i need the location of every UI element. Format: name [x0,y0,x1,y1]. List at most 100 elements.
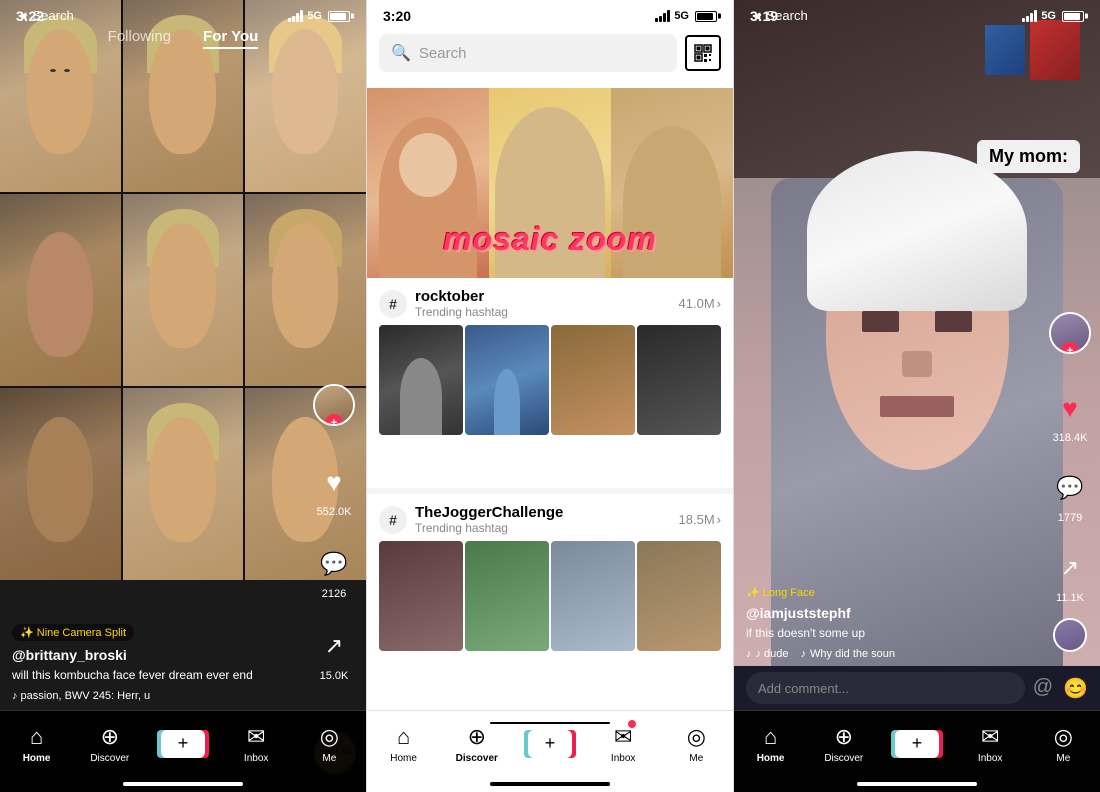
grid-cell-7 [0,388,121,580]
trending-video-1-1[interactable] [379,325,463,435]
trending-video-1-3[interactable] [551,325,635,435]
panel-1: 3:22 5G Following For You ◄ Search [0,0,366,792]
grid-cell-4 [0,194,121,386]
mosaic-zoom-title: mosaic zoom [367,221,733,258]
following-tab[interactable]: Following [108,28,171,49]
battery-icon-1 [328,11,350,22]
battery-icon-2 [695,11,717,22]
creator-avatar-1[interactable] [313,384,355,426]
trending-video-1-4[interactable] [637,325,721,435]
trending-videos-2 [367,541,733,663]
inbox-icon-2: ✉ [614,724,632,750]
search-link-1[interactable]: ◄ Search [16,8,74,23]
hashtag-icon-1: # [379,290,407,318]
music-info-1: ♪ passion, BWV 245: Herr, u [12,690,306,702]
signal-icon-1 [288,10,303,22]
trending-section-1: # rocktober Trending hashtag 41.0M › [367,278,733,447]
me-icon-3: ◎ [1054,724,1073,750]
inbox-icon-1: ✉ [247,724,265,750]
mention-icon[interactable]: @ [1033,676,1053,701]
nav-discover-2[interactable]: ⊕ Discover [452,724,502,764]
status-icons-2: 5G [655,10,717,22]
caption-1: will this kombucha face fever dream ever… [12,667,306,684]
username-3[interactable]: @iamjuststephf [746,605,1040,621]
trending-video-2-2[interactable] [465,541,549,651]
right-actions-3: ♥ 318.4K 💬 1779 ↗ 11.1K [1048,312,1092,652]
nav-home-1[interactable]: ⌂ Home [12,724,62,764]
me-icon-1: ◎ [320,724,339,750]
trending-name-1[interactable]: rocktober [415,288,671,305]
time-2: 3:20 [383,8,411,24]
nav-inbox-2[interactable]: ✉ Inbox [598,724,648,764]
like-button-3[interactable]: ♥ 318.4K [1048,386,1092,444]
comment-bar-3: Add comment... @ 😊 [734,666,1100,710]
search-link-3[interactable]: ◄ Search [750,8,808,23]
nav-inbox-3[interactable]: ✉ Inbox [965,724,1015,764]
nav-me-3[interactable]: ◎ Me [1038,724,1088,764]
nav-me-1[interactable]: ◎ Me [304,724,354,764]
signal-icon-2 [655,10,670,22]
nav-inbox-1[interactable]: ✉ Inbox [231,724,281,764]
search-input-box[interactable]: 🔍 Search [379,34,677,72]
qr-scan-button[interactable] [685,35,721,71]
for-you-tab[interactable]: For You [203,28,258,49]
comment-button-1[interactable]: 💬 2126 [312,542,356,600]
nav-bar-1: ⌂ Home ⊕ Discover + ✉ Inbox ◎ Me [0,710,366,792]
network-type-1: 5G [307,10,322,22]
create-button-3[interactable]: + [895,730,939,758]
create-button-2[interactable]: + [528,730,572,758]
like-button-1[interactable]: ♥ 552.0K [312,460,356,518]
emoji-icon[interactable]: 😊 [1063,676,1088,701]
mosaic-banner[interactable]: mosaic zoom [367,88,733,278]
comment-input-3[interactable]: Add comment... [746,672,1025,704]
effect-label-1: ✨ Nine Camera Split [12,624,134,641]
nav-discover-3[interactable]: ⊕ Discover [819,724,869,764]
trending-video-2-3[interactable] [551,541,635,651]
home-icon-2: ⌂ [397,724,410,750]
trending-video-1-2[interactable] [465,325,549,435]
create-button-1[interactable]: + [161,730,205,758]
discover-tab-indicator [490,722,610,724]
search-icon-2: 🔍 [391,43,411,63]
trending-info-1: rocktober Trending hashtag [415,288,671,319]
discover-icon-1: ⊕ [101,724,119,750]
nav-discover-1[interactable]: ⊕ Discover [85,724,135,764]
trending-count-2: 18.5M › [679,512,721,527]
my-mom-label: My mom: [977,140,1080,173]
home-indicator-3 [857,782,977,786]
trending-video-2-1[interactable] [379,541,463,651]
creator-avatar-3[interactable] [1049,312,1091,354]
status-bar-2: 3:20 5G [367,0,733,28]
trending-header-1: # rocktober Trending hashtag 41.0M › [367,278,733,325]
home-icon-1: ⌂ [30,724,43,750]
trending-video-2-4[interactable] [637,541,721,651]
grid-cell-8 [123,388,244,580]
trending-sub-1: Trending hashtag [415,305,671,319]
music-avatar-3 [1053,618,1087,652]
top-nav-1: Following For You [0,28,366,49]
trending-name-2[interactable]: TheJoggerChallenge [415,504,671,521]
trending-header-2: # TheJoggerChallenge Trending hashtag 18… [367,494,733,541]
effect-label-3: ✨ Long Face [746,586,815,599]
nav-me-2[interactable]: ◎ Me [671,724,721,764]
share-button-1[interactable]: ↗ 15.0K [312,624,356,682]
home-indicator-2 [490,782,610,786]
nav-home-3[interactable]: ⌂ Home [746,724,796,764]
network-type-2: 5G [674,10,689,22]
nav-create-2[interactable]: + [525,730,575,758]
grid-cell-6 [245,194,366,386]
nav-create-3[interactable]: + [892,730,942,758]
share-button-3[interactable]: ↗ 11.1K [1048,546,1092,604]
username-1[interactable]: @brittany_broski [12,647,306,663]
nav-home-2[interactable]: ⌂ Home [379,724,429,764]
panel-2: 3:20 5G 🔍 Search [366,0,734,792]
nav-create-1[interactable]: + [158,730,208,758]
trending-info-2: TheJoggerChallenge Trending hashtag [415,504,671,535]
nav-bar-3: ⌂ Home ⊕ Discover + ✉ Inbox ◎ Me [734,710,1100,792]
comment-button-3[interactable]: 💬 1779 [1048,466,1092,524]
trending-videos-1 [367,325,733,447]
inbox-icon-3: ✉ [981,724,999,750]
battery-icon-3 [1062,11,1084,22]
home-indicator-1 [123,782,243,786]
comment-icons-3: @ 😊 [1033,676,1088,701]
